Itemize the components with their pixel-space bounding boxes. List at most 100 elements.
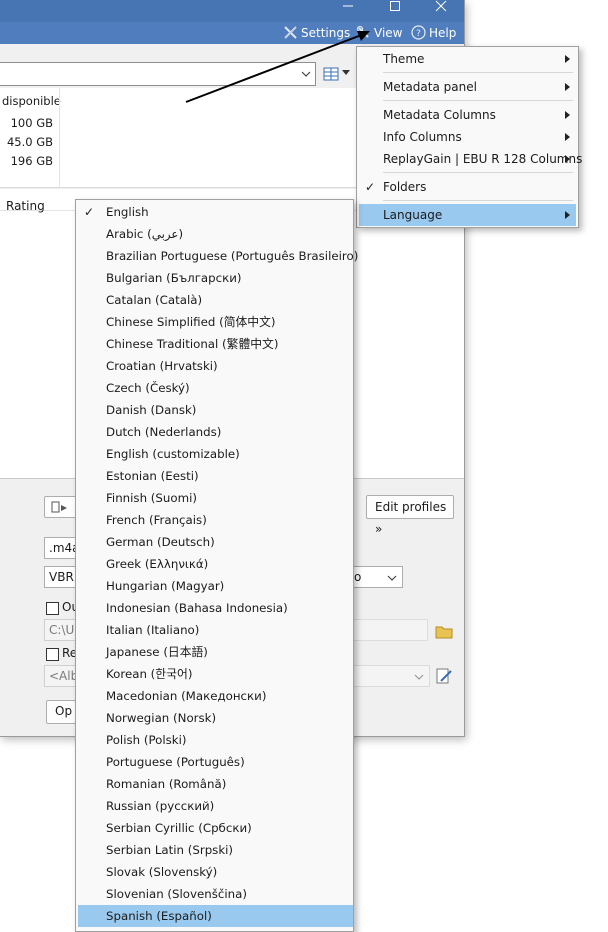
language-item-chinese-traditional[interactable]: Chinese Traditional (繁體中文) (78, 333, 353, 355)
submenu-arrow-icon (565, 133, 570, 141)
language-item-portuguese[interactable]: Portuguese (Português) (78, 751, 353, 773)
language-item-croatian[interactable]: Croatian (Hrvatski) (78, 355, 353, 377)
chevron-down-icon (387, 575, 397, 581)
settings-menu[interactable]: Settings (283, 25, 350, 43)
menu-item-label: Language (383, 208, 443, 222)
menu-item-label: Hungarian (Magyar) (106, 579, 225, 593)
language-item-arabic[interactable]: Arabic (عربي) (78, 223, 353, 245)
bitrate-mode-select[interactable]: VBR (44, 566, 76, 588)
language-item-serbian-latin[interactable]: Serbian Latin (Srpski) (78, 839, 353, 861)
language-item-serbian-cyrillic[interactable]: Serbian Cyrillic (Србски) (78, 817, 353, 839)
language-item-estonian[interactable]: Estonian (Eesti) (78, 465, 353, 487)
view-mode-dropdown-arrow[interactable] (342, 70, 350, 75)
rename-checkbox[interactable] (46, 648, 59, 661)
menu-item-label: Folders (383, 180, 427, 194)
language-item-finnish[interactable]: Finnish (Suomi) (78, 487, 353, 509)
menu-item-language[interactable]: Language (359, 204, 576, 226)
language-item-dutch[interactable]: Dutch (Nederlands) (78, 421, 353, 443)
edit-pattern-button[interactable] (435, 667, 455, 685)
filename-pattern-dropdown[interactable] (352, 665, 430, 687)
menu-item-label: Croatian (Hrvatski) (106, 359, 218, 373)
language-item-czech[interactable]: Czech (Český) (78, 377, 353, 399)
help-menu[interactable]: ? Help (411, 25, 456, 43)
view-label: View (374, 26, 403, 40)
view-mode-button[interactable] (321, 64, 341, 84)
language-item-norwegian[interactable]: Norwegian (Norsk) (78, 707, 353, 729)
drive-available-value: 45.0 GB (6, 135, 53, 149)
language-item-english-customizable[interactable]: English (customizable) (78, 443, 353, 465)
output-path-field-end[interactable] (352, 619, 428, 641)
menu-separator (383, 100, 573, 101)
menu-item-label: German (Deutsch) (106, 535, 215, 549)
browse-folder-button[interactable] (434, 622, 454, 640)
maximize-button[interactable] (372, 0, 418, 22)
menu-item-label: Italian (Italiano) (106, 623, 200, 637)
language-item-brazilian-portuguese[interactable]: Brazilian Portuguese (Português Brasilei… (78, 245, 358, 267)
language-item-slovak[interactable]: Slovak (Slovenský) (78, 861, 353, 883)
menu-item-replaygain-columns[interactable]: ReplayGain | EBU R 128 Columns (359, 148, 582, 170)
menu-bar: Settings View ? Help (0, 22, 464, 44)
filename-pattern-field[interactable]: <Alb (44, 665, 78, 687)
folder-icon (435, 626, 453, 639)
language-item-polish[interactable]: Polish (Polski) (78, 729, 353, 751)
language-item-japanese[interactable]: Japanese (日本語) (78, 641, 353, 663)
menu-item-theme[interactable]: Theme (359, 48, 576, 70)
language-item-russian[interactable]: Russian (русский) (78, 795, 353, 817)
quality-select[interactable]: o (352, 566, 403, 588)
checkmark-icon: ✓ (365, 180, 376, 194)
menu-item-label: Polish (Polski) (106, 733, 187, 747)
help-label: Help (429, 26, 457, 40)
menu-item-folders[interactable]: ✓ Folders (359, 176, 576, 198)
language-submenu: ✓ English Arabic (عربي) Brazilian Portugu… (75, 199, 358, 932)
language-item-danish[interactable]: Danish (Dansk) (78, 399, 353, 421)
language-item-italian[interactable]: Italian (Italiano) (78, 619, 353, 641)
language-item-chinese-simplified[interactable]: Chinese Simplified (简体中文) (78, 311, 353, 333)
menu-item-label: Metadata panel (383, 80, 477, 94)
menu-item-label: French (Français) (106, 513, 207, 527)
view-menu[interactable]: View (356, 25, 402, 43)
language-item-hungarian[interactable]: Hungarian (Magyar) (78, 575, 353, 597)
convert-icon (51, 501, 67, 513)
language-item-macedonian[interactable]: Macedonian (Македонски) (78, 685, 353, 707)
menu-item-label: Portuguese (Português) (106, 755, 245, 769)
path-combobox[interactable] (0, 62, 316, 86)
drive-available-value: 100 GB (10, 116, 53, 130)
language-item-catalan[interactable]: Catalan (Català) (78, 289, 353, 311)
language-item-romanian[interactable]: Romanian (Română) (78, 773, 353, 795)
menu-item-label: Estonian (Eesti) (106, 469, 199, 483)
submenu-arrow-icon (565, 211, 570, 219)
language-item-indonesian[interactable]: Indonesian (Bahasa Indonesia) (78, 597, 353, 619)
options-button[interactable]: Op (46, 700, 76, 724)
minimize-button[interactable] (325, 0, 371, 22)
language-item-korean[interactable]: Korean (한국어) (78, 663, 353, 685)
language-item-greek[interactable]: Greek (Ελληνικά) (78, 553, 353, 575)
language-item-slovenian[interactable]: Slovenian (Slovenščina) (78, 883, 353, 905)
quality-value: o (354, 570, 362, 584)
menu-separator (383, 172, 573, 173)
language-item-german[interactable]: German (Deutsch) (78, 531, 353, 553)
rating-column-header[interactable]: Rating (6, 199, 45, 213)
settings-label: Settings (301, 26, 351, 40)
menu-item-label: Dutch (Nederlands) (106, 425, 222, 439)
available-column-header: disponible (2, 94, 61, 108)
menu-item-info-columns[interactable]: Info Columns (359, 126, 576, 148)
submenu-arrow-icon (565, 83, 570, 91)
language-item-english[interactable]: ✓ English (78, 201, 353, 223)
menu-item-label: Bulgarian (Български) (106, 271, 242, 285)
edit-profiles-button[interactable]: Edit profiles » (366, 495, 454, 536)
language-item-french[interactable]: French (Français) (78, 509, 353, 531)
menu-item-metadata-panel[interactable]: Metadata panel (359, 76, 576, 98)
menu-item-metadata-columns[interactable]: Metadata Columns (359, 104, 576, 126)
menu-item-label: Romanian (Română) (106, 777, 227, 791)
wrench-screwdriver-icon (283, 25, 298, 40)
output-path-field[interactable]: C:\U (44, 619, 76, 641)
menu-item-label: English (106, 205, 149, 219)
encoder-toolbar-button[interactable] (44, 496, 78, 518)
format-field[interactable]: .m4a (44, 537, 80, 559)
close-button[interactable] (418, 0, 464, 22)
language-item-spanish[interactable]: Spanish (Español) (78, 905, 353, 927)
language-item-bulgarian[interactable]: Bulgarian (Български) (78, 267, 353, 289)
menu-item-label: Serbian Cyrillic (Србски) (106, 821, 252, 835)
menu-item-label: Czech (Český) (106, 381, 190, 395)
output-folder-checkbox[interactable] (46, 602, 59, 615)
